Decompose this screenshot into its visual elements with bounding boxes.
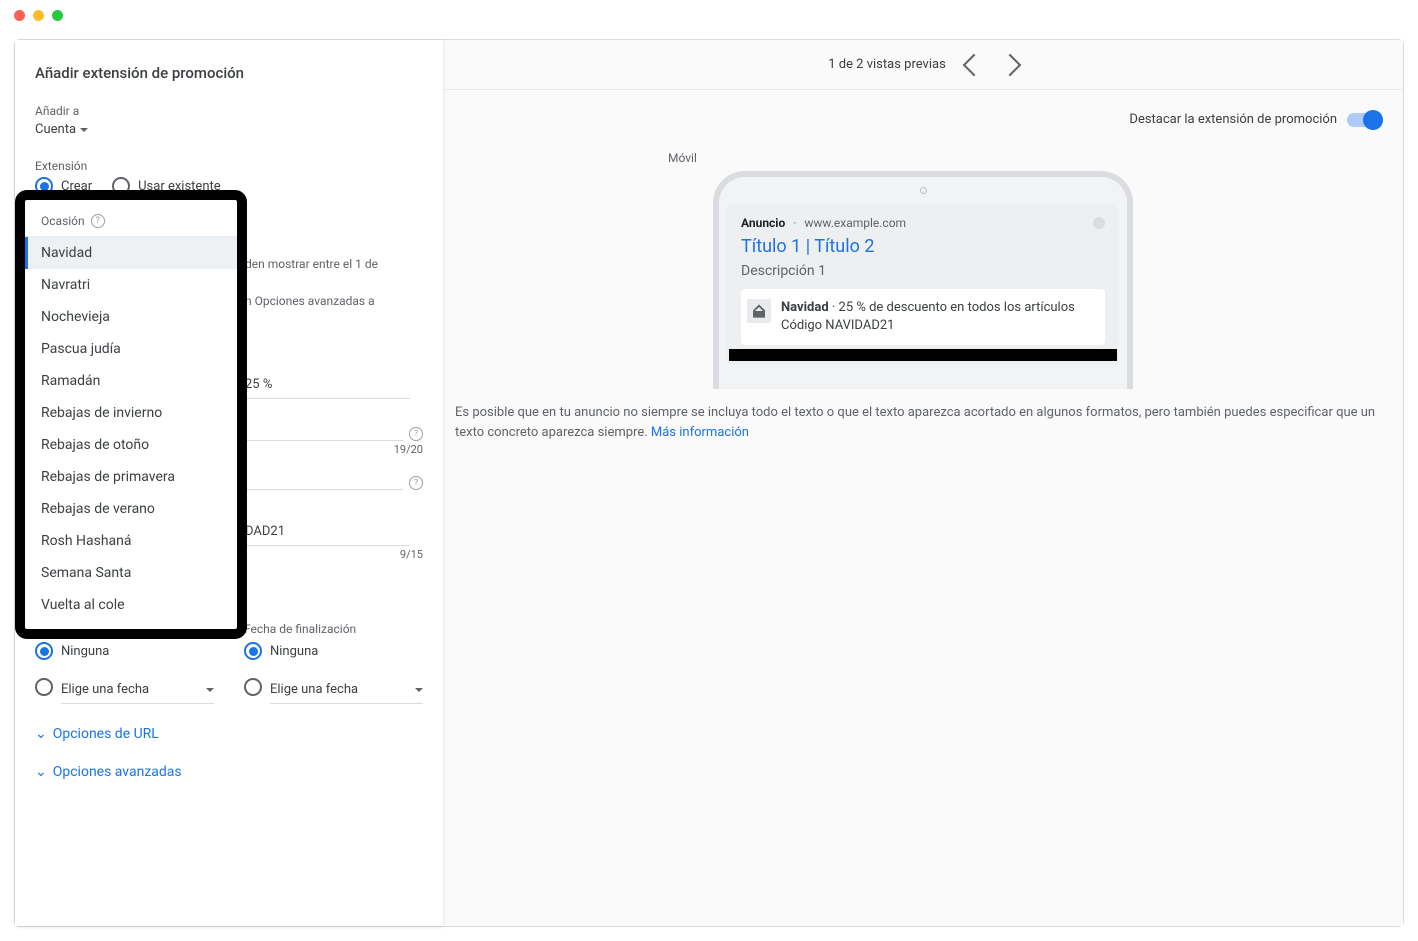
highlight-toggle-label: Destacar la extensión de promoción bbox=[1129, 112, 1337, 127]
promo-deal: 25 % de descuento en todos los artículos bbox=[839, 300, 1075, 315]
form-panel: Añadir extensión de promoción Añadir a C… bbox=[15, 40, 443, 926]
ad-description: Descripción 1 bbox=[741, 263, 1105, 279]
help-icon[interactable]: ? bbox=[409, 427, 423, 441]
form-title: Añadir extensión de promoción bbox=[35, 64, 423, 82]
radio-icon bbox=[244, 678, 262, 696]
url-options-label: Opciones de URL bbox=[53, 726, 159, 742]
extension-label: Extensión bbox=[35, 159, 423, 173]
caret-down-icon bbox=[206, 688, 214, 692]
phone-camera-icon bbox=[920, 187, 927, 194]
mobile-preview: Móvil Anuncio · www.example.com Título 1… bbox=[443, 151, 1403, 389]
add-to-select[interactable]: Cuenta bbox=[35, 122, 88, 137]
dot-separator: · bbox=[832, 300, 839, 315]
occasion-option[interactable]: Vuelta al cole bbox=[25, 589, 237, 621]
end-date-col: Fecha de finalización Ninguna Elige una … bbox=[244, 622, 423, 704]
end-none-label: Ninguna bbox=[270, 644, 318, 659]
highlight-toggle-row: Destacar la extensión de promoción bbox=[443, 90, 1403, 127]
occasion-option[interactable]: Nochevieja bbox=[25, 301, 237, 333]
window-zoom-dot[interactable] bbox=[52, 10, 63, 21]
start-date-none[interactable]: Ninguna bbox=[35, 642, 214, 660]
redacted-bar bbox=[729, 349, 1117, 361]
ad-badge: Anuncio bbox=[741, 216, 785, 230]
device-label: Móvil bbox=[668, 151, 697, 165]
start-pick-label: Elige una fecha bbox=[61, 682, 149, 697]
help-icon[interactable]: ? bbox=[91, 214, 105, 228]
add-to-value: Cuenta bbox=[35, 122, 76, 137]
occasion-option[interactable]: Semana Santa bbox=[25, 557, 237, 589]
tag-icon bbox=[747, 299, 771, 323]
radio-icon bbox=[35, 678, 53, 696]
dot-separator: · bbox=[793, 216, 796, 230]
occasion-option[interactable]: Rebajas de primavera bbox=[25, 461, 237, 493]
chevron-down-icon: ⌄ bbox=[35, 764, 47, 780]
window-close-dot[interactable] bbox=[14, 10, 25, 21]
ad-display-url: www.example.com bbox=[804, 216, 906, 230]
window-minimize-dot[interactable] bbox=[33, 10, 44, 21]
start-date-pick[interactable]: Elige una fecha bbox=[35, 670, 214, 704]
preview-disclaimer: Es posible que en tu anuncio no siempre … bbox=[443, 389, 1403, 456]
end-date-pick[interactable]: Elige una fecha bbox=[244, 670, 423, 704]
pager-text: 1 de 2 vistas previas bbox=[828, 57, 946, 72]
occasion-option[interactable]: Pascua judía bbox=[25, 333, 237, 365]
radio-icon bbox=[244, 642, 262, 660]
occasion-option[interactable]: Rosh Hashaná bbox=[25, 525, 237, 557]
caret-down-icon bbox=[80, 128, 88, 132]
occasion-option[interactable]: Navratri bbox=[25, 269, 237, 301]
url-options-expand[interactable]: ⌄ Opciones de URL bbox=[35, 726, 423, 742]
start-none-label: Ninguna bbox=[61, 644, 109, 659]
discount-value: 25 % bbox=[245, 377, 272, 392]
phone-frame: Anuncio · www.example.com Título 1 | Tít… bbox=[713, 171, 1133, 389]
preview-panel: 1 de 2 vistas previas Destacar la extens… bbox=[443, 40, 1403, 926]
preview-pager: 1 de 2 vistas previas bbox=[443, 40, 1403, 90]
caret-down-icon bbox=[415, 688, 423, 692]
pager-prev-icon[interactable] bbox=[962, 53, 985, 76]
occasion-option[interactable]: Ramadán bbox=[25, 365, 237, 397]
promotion-extension-preview: Navidad · 25 % de descuento en todos los… bbox=[741, 289, 1105, 345]
main-content: Añadir extensión de promoción Añadir a C… bbox=[14, 39, 1404, 927]
add-to-label: Añadir a bbox=[35, 104, 423, 118]
promo-code: Código NAVIDAD21 bbox=[781, 318, 894, 333]
occasion-option[interactable]: Rebajas de invierno bbox=[25, 397, 237, 429]
app-window: Añadir extensión de promoción Añadir a C… bbox=[0, 0, 1418, 941]
discount-value-field[interactable]: 25 % bbox=[245, 371, 410, 399]
occasion-dropdown-header: Ocasión ? bbox=[25, 206, 237, 237]
promo-code-partial: DAD21 bbox=[245, 524, 285, 539]
more-info-link[interactable]: Más información bbox=[651, 425, 749, 440]
radio-icon bbox=[35, 642, 53, 660]
end-date-label: Fecha de finalización bbox=[244, 622, 423, 636]
advanced-options-label: Opciones avanzadas bbox=[53, 764, 182, 780]
occasion-dropdown[interactable]: Ocasión ? Navidad Navratri Nochevieja Pa… bbox=[15, 190, 247, 639]
hint-line-1: den mostrar entre el 1 de bbox=[245, 255, 423, 274]
promo-code-input[interactable]: DAD21 bbox=[245, 518, 410, 546]
mac-titlebar bbox=[0, 0, 1418, 30]
end-date-none[interactable]: Ninguna bbox=[244, 642, 423, 660]
pager-next-icon[interactable] bbox=[998, 53, 1021, 76]
ad-preview-card: Anuncio · www.example.com Título 1 | Tít… bbox=[727, 204, 1119, 365]
highlight-toggle[interactable] bbox=[1347, 113, 1381, 127]
hint-line-2: n Opciones avanzadas a bbox=[245, 292, 423, 311]
ad-headline: Título 1 | Título 2 bbox=[741, 236, 1105, 257]
chevron-down-icon: ⌄ bbox=[35, 726, 47, 742]
ad-options-icon[interactable] bbox=[1093, 217, 1105, 229]
end-pick-label: Elige una fecha bbox=[270, 682, 358, 697]
help-icon[interactable]: ? bbox=[409, 476, 423, 490]
occasion-option[interactable]: Navidad bbox=[25, 237, 237, 269]
occasion-option[interactable]: Rebajas de verano bbox=[25, 493, 237, 525]
promo-occasion: Navidad bbox=[781, 300, 829, 315]
occasion-option[interactable]: Rebajas de otoño bbox=[25, 429, 237, 461]
advanced-options-expand[interactable]: ⌄ Opciones avanzadas bbox=[35, 764, 423, 780]
